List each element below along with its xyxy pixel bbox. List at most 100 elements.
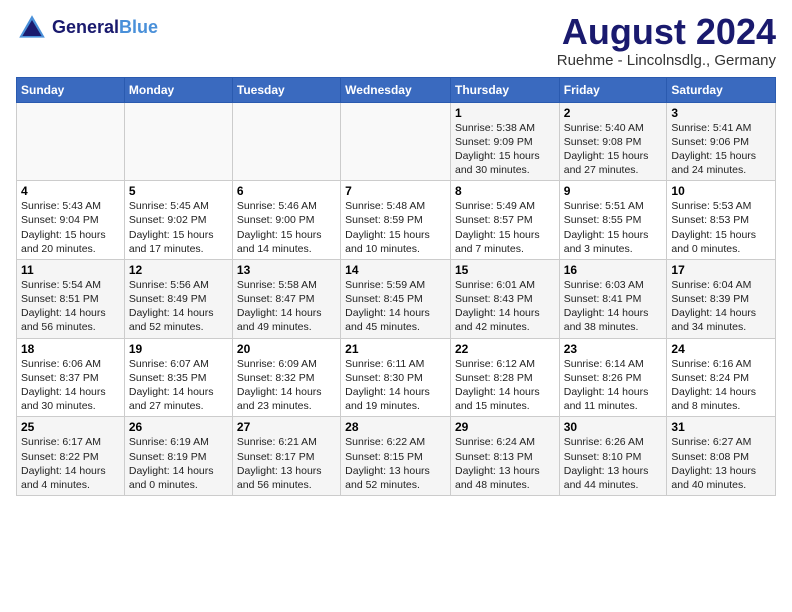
day-header-monday: Monday [124, 77, 232, 102]
day-number: 9 [564, 184, 663, 198]
day-header-friday: Friday [559, 77, 667, 102]
calendar-cell: 20Sunrise: 6:09 AM Sunset: 8:32 PM Dayli… [232, 338, 340, 417]
day-details: Sunrise: 6:04 AM Sunset: 8:39 PM Dayligh… [671, 278, 771, 335]
calendar-cell: 23Sunrise: 6:14 AM Sunset: 8:26 PM Dayli… [559, 338, 667, 417]
day-details: Sunrise: 5:56 AM Sunset: 8:49 PM Dayligh… [129, 278, 228, 335]
day-details: Sunrise: 5:49 AM Sunset: 8:57 PM Dayligh… [455, 199, 555, 256]
day-details: Sunrise: 6:11 AM Sunset: 8:30 PM Dayligh… [345, 357, 446, 414]
calendar-cell: 28Sunrise: 6:22 AM Sunset: 8:15 PM Dayli… [341, 417, 451, 496]
calendar-cell: 3Sunrise: 5:41 AM Sunset: 9:06 PM Daylig… [667, 102, 776, 181]
calendar-cell: 1Sunrise: 5:38 AM Sunset: 9:09 PM Daylig… [450, 102, 559, 181]
day-number: 22 [455, 342, 555, 356]
week-row-2: 4Sunrise: 5:43 AM Sunset: 9:04 PM Daylig… [17, 181, 776, 260]
day-number: 10 [671, 184, 771, 198]
calendar-cell: 19Sunrise: 6:07 AM Sunset: 8:35 PM Dayli… [124, 338, 232, 417]
day-details: Sunrise: 6:09 AM Sunset: 8:32 PM Dayligh… [237, 357, 336, 414]
day-details: Sunrise: 5:40 AM Sunset: 9:08 PM Dayligh… [564, 121, 663, 178]
days-header-row: SundayMondayTuesdayWednesdayThursdayFrid… [17, 77, 776, 102]
day-details: Sunrise: 5:38 AM Sunset: 9:09 PM Dayligh… [455, 121, 555, 178]
day-details: Sunrise: 6:17 AM Sunset: 8:22 PM Dayligh… [21, 435, 120, 492]
logo-line1: General [52, 17, 119, 37]
day-header-sunday: Sunday [17, 77, 125, 102]
day-details: Sunrise: 6:22 AM Sunset: 8:15 PM Dayligh… [345, 435, 446, 492]
page: GeneralBlue August 2024 Ruehme - Lincoln… [0, 0, 792, 504]
day-number: 28 [345, 420, 446, 434]
day-header-tuesday: Tuesday [232, 77, 340, 102]
day-number: 4 [21, 184, 120, 198]
day-details: Sunrise: 5:54 AM Sunset: 8:51 PM Dayligh… [21, 278, 120, 335]
day-number: 27 [237, 420, 336, 434]
day-number: 11 [21, 263, 120, 277]
calendar-cell: 7Sunrise: 5:48 AM Sunset: 8:59 PM Daylig… [341, 181, 451, 260]
day-number: 2 [564, 106, 663, 120]
calendar-cell [17, 102, 125, 181]
day-details: Sunrise: 5:45 AM Sunset: 9:02 PM Dayligh… [129, 199, 228, 256]
day-details: Sunrise: 5:46 AM Sunset: 9:00 PM Dayligh… [237, 199, 336, 256]
day-details: Sunrise: 6:21 AM Sunset: 8:17 PM Dayligh… [237, 435, 336, 492]
day-number: 31 [671, 420, 771, 434]
day-number: 20 [237, 342, 336, 356]
day-number: 1 [455, 106, 555, 120]
logo-text: GeneralBlue [52, 18, 158, 38]
day-details: Sunrise: 5:43 AM Sunset: 9:04 PM Dayligh… [21, 199, 120, 256]
day-details: Sunrise: 5:58 AM Sunset: 8:47 PM Dayligh… [237, 278, 336, 335]
day-details: Sunrise: 6:07 AM Sunset: 8:35 PM Dayligh… [129, 357, 228, 414]
day-details: Sunrise: 6:14 AM Sunset: 8:26 PM Dayligh… [564, 357, 663, 414]
calendar-cell: 2Sunrise: 5:40 AM Sunset: 9:08 PM Daylig… [559, 102, 667, 181]
main-title: August 2024 [557, 12, 776, 52]
day-number: 6 [237, 184, 336, 198]
calendar-body: 1Sunrise: 5:38 AM Sunset: 9:09 PM Daylig… [17, 102, 776, 495]
day-details: Sunrise: 5:41 AM Sunset: 9:06 PM Dayligh… [671, 121, 771, 178]
day-number: 13 [237, 263, 336, 277]
week-row-5: 25Sunrise: 6:17 AM Sunset: 8:22 PM Dayli… [17, 417, 776, 496]
day-details: Sunrise: 6:24 AM Sunset: 8:13 PM Dayligh… [455, 435, 555, 492]
day-details: Sunrise: 5:51 AM Sunset: 8:55 PM Dayligh… [564, 199, 663, 256]
calendar-cell: 29Sunrise: 6:24 AM Sunset: 8:13 PM Dayli… [450, 417, 559, 496]
day-number: 18 [21, 342, 120, 356]
day-details: Sunrise: 5:53 AM Sunset: 8:53 PM Dayligh… [671, 199, 771, 256]
day-details: Sunrise: 6:16 AM Sunset: 8:24 PM Dayligh… [671, 357, 771, 414]
day-details: Sunrise: 6:03 AM Sunset: 8:41 PM Dayligh… [564, 278, 663, 335]
calendar-cell: 9Sunrise: 5:51 AM Sunset: 8:55 PM Daylig… [559, 181, 667, 260]
calendar-cell: 15Sunrise: 6:01 AM Sunset: 8:43 PM Dayli… [450, 259, 559, 338]
calendar-cell: 21Sunrise: 6:11 AM Sunset: 8:30 PM Dayli… [341, 338, 451, 417]
day-number: 29 [455, 420, 555, 434]
week-row-3: 11Sunrise: 5:54 AM Sunset: 8:51 PM Dayli… [17, 259, 776, 338]
calendar-cell: 12Sunrise: 5:56 AM Sunset: 8:49 PM Dayli… [124, 259, 232, 338]
day-number: 12 [129, 263, 228, 277]
day-header-saturday: Saturday [667, 77, 776, 102]
calendar-cell: 6Sunrise: 5:46 AM Sunset: 9:00 PM Daylig… [232, 181, 340, 260]
calendar-cell: 18Sunrise: 6:06 AM Sunset: 8:37 PM Dayli… [17, 338, 125, 417]
day-number: 8 [455, 184, 555, 198]
calendar-cell: 10Sunrise: 5:53 AM Sunset: 8:53 PM Dayli… [667, 181, 776, 260]
day-number: 15 [455, 263, 555, 277]
day-header-thursday: Thursday [450, 77, 559, 102]
calendar-cell: 27Sunrise: 6:21 AM Sunset: 8:17 PM Dayli… [232, 417, 340, 496]
day-number: 14 [345, 263, 446, 277]
calendar-table: SundayMondayTuesdayWednesdayThursdayFrid… [16, 77, 776, 496]
day-details: Sunrise: 6:27 AM Sunset: 8:08 PM Dayligh… [671, 435, 771, 492]
calendar-cell: 5Sunrise: 5:45 AM Sunset: 9:02 PM Daylig… [124, 181, 232, 260]
calendar-cell [341, 102, 451, 181]
header: GeneralBlue August 2024 Ruehme - Lincoln… [16, 12, 776, 69]
calendar-cell: 4Sunrise: 5:43 AM Sunset: 9:04 PM Daylig… [17, 181, 125, 260]
calendar-cell: 26Sunrise: 6:19 AM Sunset: 8:19 PM Dayli… [124, 417, 232, 496]
day-details: Sunrise: 6:01 AM Sunset: 8:43 PM Dayligh… [455, 278, 555, 335]
calendar-cell: 22Sunrise: 6:12 AM Sunset: 8:28 PM Dayli… [450, 338, 559, 417]
day-number: 7 [345, 184, 446, 198]
day-header-wednesday: Wednesday [341, 77, 451, 102]
logo-line2: Blue [119, 17, 158, 37]
calendar-cell: 13Sunrise: 5:58 AM Sunset: 8:47 PM Dayli… [232, 259, 340, 338]
logo-icon [16, 12, 48, 44]
day-number: 23 [564, 342, 663, 356]
day-details: Sunrise: 5:48 AM Sunset: 8:59 PM Dayligh… [345, 199, 446, 256]
day-details: Sunrise: 6:12 AM Sunset: 8:28 PM Dayligh… [455, 357, 555, 414]
calendar-cell: 30Sunrise: 6:26 AM Sunset: 8:10 PM Dayli… [559, 417, 667, 496]
day-number: 19 [129, 342, 228, 356]
calendar-cell: 31Sunrise: 6:27 AM Sunset: 8:08 PM Dayli… [667, 417, 776, 496]
day-number: 25 [21, 420, 120, 434]
calendar-cell: 14Sunrise: 5:59 AM Sunset: 8:45 PM Dayli… [341, 259, 451, 338]
logo: GeneralBlue [16, 12, 158, 44]
calendar-cell [124, 102, 232, 181]
day-number: 21 [345, 342, 446, 356]
